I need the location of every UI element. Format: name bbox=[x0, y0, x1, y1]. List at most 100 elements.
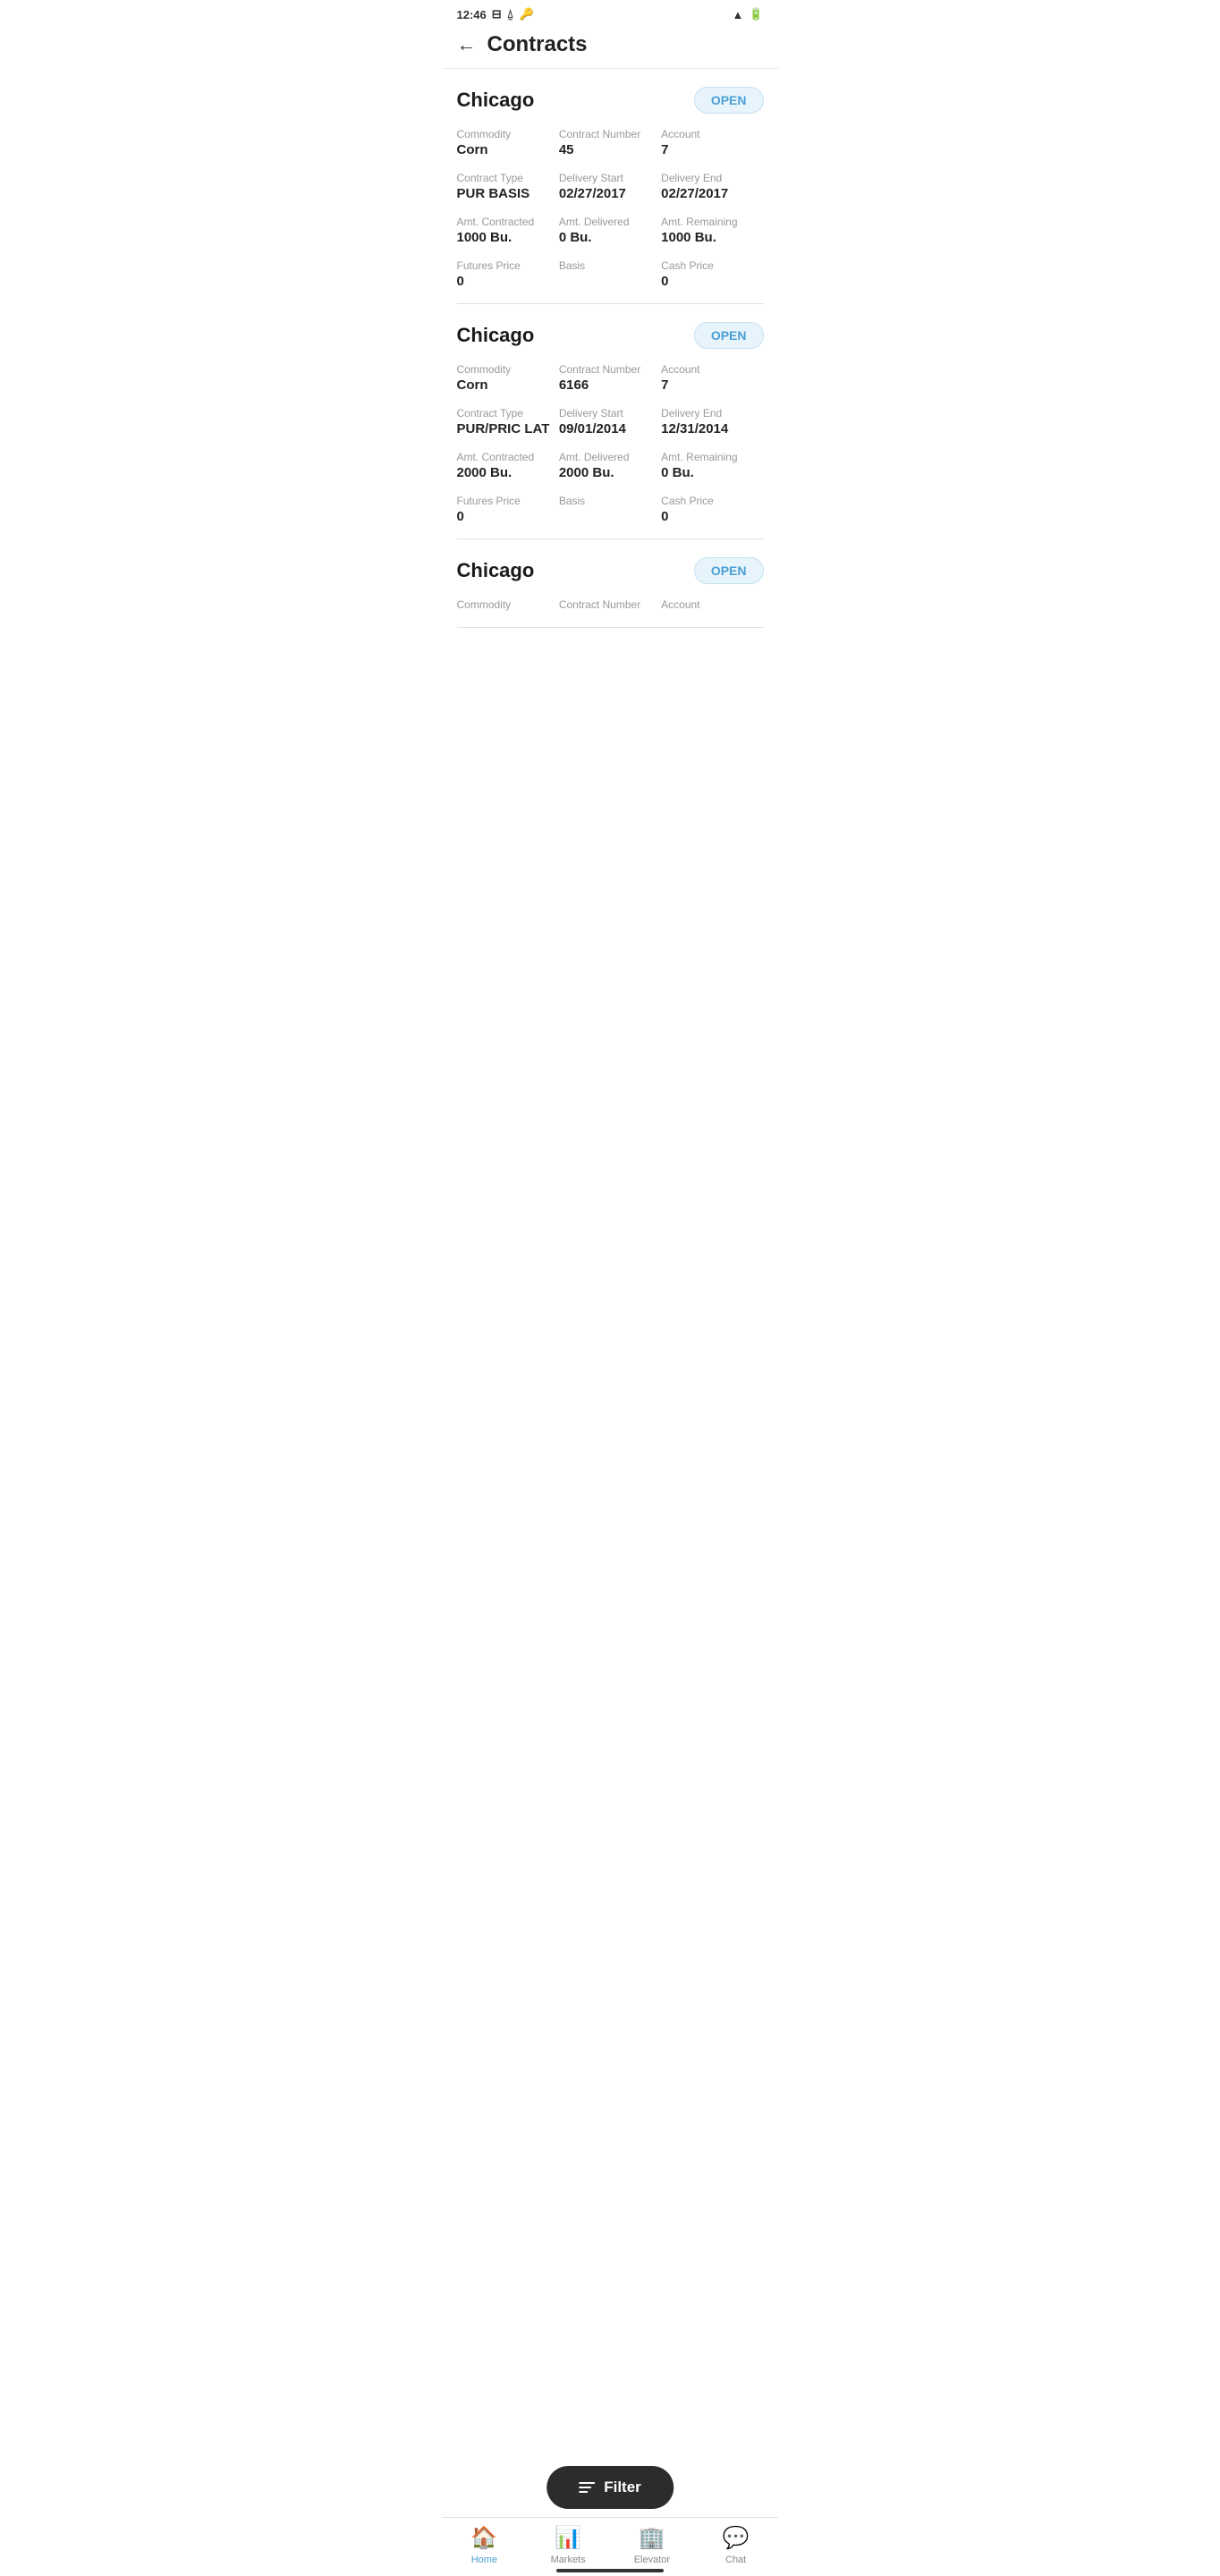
back-button[interactable]: ← bbox=[457, 33, 477, 56]
field-1-2: Account 7 bbox=[661, 128, 763, 157]
field-value-2-2: 7 bbox=[661, 377, 763, 393]
field-label-2-5: Delivery End bbox=[661, 407, 763, 419]
nav-item-markets[interactable]: 📊Markets bbox=[526, 2525, 610, 2565]
avast-icon: ⍙ bbox=[507, 7, 514, 21]
contract-card-3: ChicagoOPEN CommodityContract NumberAccou… bbox=[457, 539, 764, 628]
field-3-0: Commodity bbox=[457, 598, 559, 613]
field-label-2-10: Basis bbox=[559, 495, 661, 507]
field-1-11: Cash Price 0 bbox=[661, 259, 763, 289]
key-icon: 🔑 bbox=[519, 7, 533, 21]
field-value-1-5: 02/27/2017 bbox=[661, 186, 763, 201]
fields-grid-2: CommodityCornContract Number6166Account7… bbox=[457, 363, 764, 524]
field-value-1-6: 1000 Bu. bbox=[457, 230, 559, 245]
field-value-1-11: 0 bbox=[661, 274, 763, 289]
field-value-1-4: 02/27/2017 bbox=[559, 186, 661, 201]
field-label-2-9: Futures Price bbox=[457, 495, 559, 507]
field-label-1-0: Commodity bbox=[457, 128, 559, 140]
field-label-2-1: Contract Number bbox=[559, 363, 661, 376]
field-label-2-11: Cash Price bbox=[661, 495, 763, 507]
nav-item-elevator[interactable]: 🏢 Elevator bbox=[610, 2525, 694, 2565]
location-name-1: Chicago bbox=[457, 89, 535, 112]
status-badge-1: OPEN bbox=[694, 87, 764, 114]
field-1-10: Basis bbox=[559, 259, 661, 289]
field-label-3-1: Contract Number bbox=[559, 598, 661, 611]
field-label-2-4: Delivery Start bbox=[559, 407, 661, 419]
field-label-2-2: Account bbox=[661, 363, 763, 376]
contract-card-2: ChicagoOPEN CommodityCornContract Number6… bbox=[457, 304, 764, 539]
field-label-1-11: Cash Price bbox=[661, 259, 763, 272]
field-1-0: Commodity Corn bbox=[457, 128, 559, 157]
field-value-1-3: PUR BASIS bbox=[457, 186, 559, 201]
status-bar: 12:46 ⊟ ⍙ 🔑 ▲ 🔋 bbox=[443, 0, 778, 25]
card-header-2: ChicagoOPEN bbox=[457, 322, 764, 349]
field-2-3: Contract TypePUR/PRIC LAT bbox=[457, 407, 559, 436]
field-label-3-0: Commodity bbox=[457, 598, 559, 611]
nav-label-markets: Markets bbox=[551, 2555, 586, 2565]
field-value-1-1: 45 bbox=[559, 142, 661, 157]
page-header: ← Contracts bbox=[443, 25, 778, 69]
field-label-1-1: Contract Number bbox=[559, 128, 661, 140]
field-2-2: Account7 bbox=[661, 363, 763, 393]
field-value-2-0: Corn bbox=[457, 377, 559, 393]
field-label-1-5: Delivery End bbox=[661, 172, 763, 184]
field-label-1-3: Contract Type bbox=[457, 172, 559, 184]
field-label-2-6: Amt. Contracted bbox=[457, 451, 559, 463]
card-header-3: ChicagoOPEN bbox=[457, 557, 764, 584]
field-label-1-6: Amt. Contracted bbox=[457, 216, 559, 228]
field-value-1-7: 0 Bu. bbox=[559, 230, 661, 245]
field-value-2-9: 0 bbox=[457, 509, 559, 524]
field-value-2-11: 0 bbox=[661, 509, 763, 524]
elevator-icon: 🏢 bbox=[639, 2525, 665, 2551]
page-title: Contracts bbox=[487, 32, 588, 57]
field-label-1-2: Account bbox=[661, 128, 763, 140]
field-3-1: Contract Number bbox=[559, 598, 661, 613]
sim-icon: ⊟ bbox=[492, 7, 502, 21]
field-1-3: Contract Type PUR BASIS bbox=[457, 172, 559, 201]
field-value-1-2: 7 bbox=[661, 142, 763, 157]
field-label-1-10: Basis bbox=[559, 259, 661, 272]
field-label-1-8: Amt. Remaining bbox=[661, 216, 763, 228]
nav-item-home[interactable]: 🏠 Home bbox=[443, 2525, 527, 2565]
field-1-4: Delivery Start 02/27/2017 bbox=[559, 172, 661, 201]
field-1-8: Amt. Remaining 1000 Bu. bbox=[661, 216, 763, 245]
field-2-0: CommodityCorn bbox=[457, 363, 559, 393]
field-label-1-9: Futures Price bbox=[457, 259, 559, 272]
nav-item-chat[interactable]: 💬 Chat bbox=[694, 2525, 778, 2565]
field-2-11: Cash Price 0 bbox=[661, 495, 763, 524]
card-header-1: Chicago OPEN bbox=[457, 87, 764, 114]
field-1-9: Futures Price 0 bbox=[457, 259, 559, 289]
field-2-5: Delivery End12/31/2014 bbox=[661, 407, 763, 436]
contract-card-1: Chicago OPEN Commodity CornContract Number 4… bbox=[457, 69, 764, 304]
fields-grid-1: Commodity CornContract Number 45Account 7 Co… bbox=[457, 128, 764, 289]
home-indicator bbox=[556, 2569, 664, 2572]
status-right: ▲ 🔋 bbox=[732, 7, 763, 21]
filter-icon bbox=[579, 2482, 595, 2493]
nav-label-chat: Chat bbox=[725, 2555, 746, 2565]
field-value-1-0: Corn bbox=[457, 142, 559, 157]
time: 12:46 bbox=[457, 8, 487, 21]
nav-label-home: Home bbox=[471, 2555, 497, 2565]
field-label-1-4: Delivery Start bbox=[559, 172, 661, 184]
field-value-2-6: 2000 Bu. bbox=[457, 465, 559, 480]
field-label-2-7: Amt. Delivered bbox=[559, 451, 661, 463]
field-1-7: Amt. Delivered0 Bu. bbox=[559, 216, 661, 245]
filter-button[interactable]: Filter bbox=[546, 2466, 674, 2509]
field-label-3-2: Account bbox=[661, 598, 763, 611]
location-name-2: Chicago bbox=[457, 324, 535, 347]
nav-label-elevator: Elevator bbox=[634, 2555, 670, 2565]
field-2-6: Amt. Contracted 2000 Bu. bbox=[457, 451, 559, 480]
field-value-1-9: 0 bbox=[457, 274, 559, 289]
fields-grid-3: CommodityContract NumberAccount bbox=[457, 598, 764, 613]
field-value-2-7: 2000 Bu. bbox=[559, 465, 661, 480]
field-1-5: Delivery End 02/27/2017 bbox=[661, 172, 763, 201]
chat-icon: 💬 bbox=[723, 2525, 750, 2551]
home-icon: 🏠 bbox=[470, 2525, 497, 2551]
field-value-1-8: 1000 Bu. bbox=[661, 230, 763, 245]
field-value-2-4: 09/01/2014 bbox=[559, 421, 661, 436]
field-value-2-3: PUR/PRIC LAT bbox=[457, 421, 559, 436]
field-value-2-8: 0 Bu. bbox=[661, 465, 763, 480]
filter-label: Filter bbox=[604, 2479, 641, 2496]
location-name-3: Chicago bbox=[457, 559, 535, 582]
contracts-list: ChicagoOPENCommodityCornContract Number4… bbox=[443, 69, 778, 699]
field-2-8: Amt. Remaining0 Bu. bbox=[661, 451, 763, 480]
